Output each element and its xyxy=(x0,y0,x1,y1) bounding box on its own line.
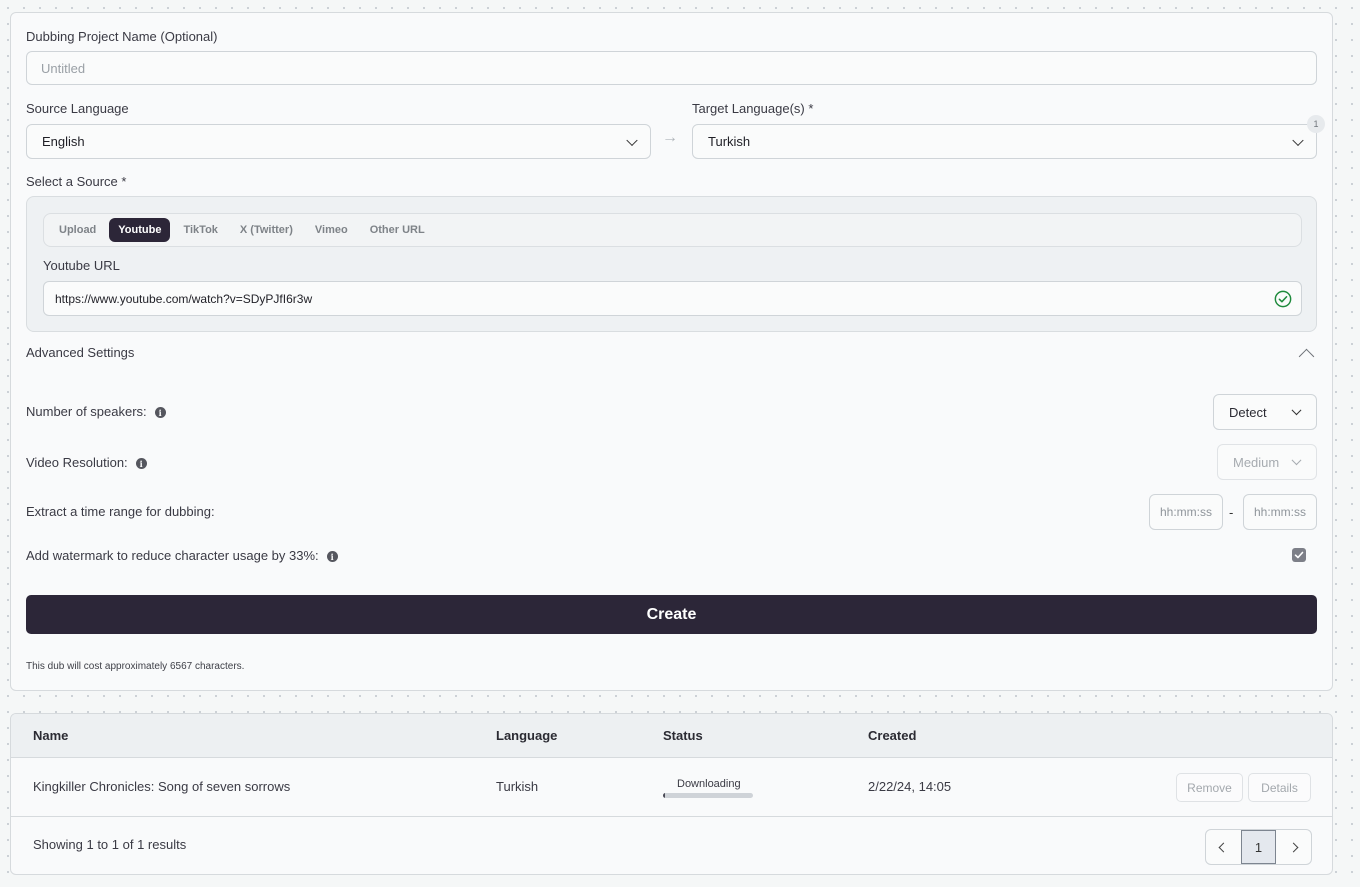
project-name-placeholder: Untitled xyxy=(41,60,86,76)
target-language-select[interactable]: Turkish xyxy=(692,124,1317,159)
tab-other-url[interactable]: Other URL xyxy=(361,218,434,242)
page-1-button[interactable]: 1 xyxy=(1241,830,1276,864)
header-status: Status xyxy=(663,728,703,743)
next-page-button[interactable] xyxy=(1276,830,1311,864)
target-count-badge: 1 xyxy=(1307,115,1325,133)
row-name: Kingkiller Chronicles: Song of seven sor… xyxy=(33,779,291,794)
youtube-url-input[interactable]: https://www.youtube.com/watch?v=SDyPJfI6… xyxy=(43,281,1302,316)
status-text: Downloading xyxy=(677,778,741,790)
header-name: Name xyxy=(33,728,69,743)
arrow-right-icon: → xyxy=(662,129,678,146)
details-button[interactable]: Details xyxy=(1248,773,1311,802)
tab-vimeo[interactable]: Vimeo xyxy=(306,218,357,242)
target-language-label: Target Language(s) * xyxy=(692,101,814,116)
info-icon: i xyxy=(135,458,147,470)
row-status: Downloading xyxy=(663,778,753,798)
dubbing-form-card: Dubbing Project Name (Optional) Untitled… xyxy=(10,12,1333,691)
create-button[interactable]: Create xyxy=(26,595,1317,634)
prev-page-button[interactable] xyxy=(1206,830,1241,864)
tab-tiktok[interactable]: TikTok xyxy=(174,218,226,242)
source-tabs: Upload Youtube TikTok X (Twitter) Vimeo … xyxy=(43,213,1302,247)
select-source-label: Select a Source * xyxy=(26,174,127,189)
resolution-value: Medium xyxy=(1233,454,1280,470)
checkmark-icon xyxy=(1294,551,1304,559)
progress-fill xyxy=(663,793,665,798)
project-name-input[interactable]: Untitled xyxy=(26,51,1317,85)
header-created: Created xyxy=(868,728,917,743)
row-created: 2/22/24, 14:05 xyxy=(868,779,952,794)
project-name-label: Dubbing Project Name (Optional) xyxy=(26,29,218,44)
remove-button[interactable]: Remove xyxy=(1176,773,1243,802)
tab-upload[interactable]: Upload xyxy=(50,218,105,242)
resolution-label: Video Resolution: i xyxy=(26,455,147,470)
resolution-label-text: Video Resolution: xyxy=(26,455,128,470)
chevron-right-icon xyxy=(1288,842,1299,852)
info-icon: i xyxy=(326,551,338,563)
source-language-value: English xyxy=(42,134,85,149)
chevron-down-icon xyxy=(1291,455,1302,466)
watermark-label-text: Add watermark to reduce character usage … xyxy=(26,548,319,563)
check-circle-icon xyxy=(1274,290,1292,307)
dubs-table: Name Language Status Created Kingkiller … xyxy=(10,713,1333,875)
info-icon: i xyxy=(154,407,166,419)
chevron-down-icon xyxy=(1291,405,1302,416)
chevron-down-icon xyxy=(1292,134,1304,146)
table-header: Name Language Status Created xyxy=(11,714,1332,758)
chevron-up-icon[interactable] xyxy=(1298,348,1315,365)
resolution-select[interactable]: Medium xyxy=(1217,444,1317,480)
time-end-input[interactable]: hh:mm:ss xyxy=(1243,494,1317,530)
table-row[interactable]: Kingkiller Chronicles: Song of seven sor… xyxy=(11,759,1332,817)
cost-estimate: This dub will cost approximately 6567 ch… xyxy=(26,661,245,672)
source-language-select[interactable]: English xyxy=(26,124,651,159)
pagination: 1 xyxy=(1205,829,1312,865)
speakers-value: Detect xyxy=(1229,404,1267,420)
time-range-label: Extract a time range for dubbing: xyxy=(26,504,215,519)
youtube-url-label: Youtube URL xyxy=(43,258,120,273)
watermark-checkbox[interactable] xyxy=(1292,548,1306,562)
speakers-label-text: Number of speakers: xyxy=(26,404,147,419)
tab-youtube[interactable]: Youtube xyxy=(109,218,171,242)
source-language-label: Source Language xyxy=(26,101,129,116)
download-progress xyxy=(663,793,753,798)
speakers-select[interactable]: Detect xyxy=(1213,394,1317,430)
youtube-url-value: https://www.youtube.com/watch?v=SDyPJfI6… xyxy=(55,291,313,306)
results-summary: Showing 1 to 1 of 1 results xyxy=(33,837,187,852)
chevron-down-icon xyxy=(626,134,638,146)
source-panel: Upload Youtube TikTok X (Twitter) Vimeo … xyxy=(26,196,1317,332)
chevron-left-icon xyxy=(1218,842,1229,852)
advanced-settings-title: Advanced Settings xyxy=(26,345,135,360)
time-separator: - xyxy=(1229,505,1234,520)
header-language: Language xyxy=(496,728,558,743)
time-start-input[interactable]: hh:mm:ss xyxy=(1149,494,1223,530)
speakers-label: Number of speakers: i xyxy=(26,404,166,419)
target-language-value: Turkish xyxy=(708,134,751,149)
row-language: Turkish xyxy=(496,779,539,794)
tab-x-twitter[interactable]: X (Twitter) xyxy=(231,218,302,242)
watermark-label: Add watermark to reduce character usage … xyxy=(26,548,338,563)
